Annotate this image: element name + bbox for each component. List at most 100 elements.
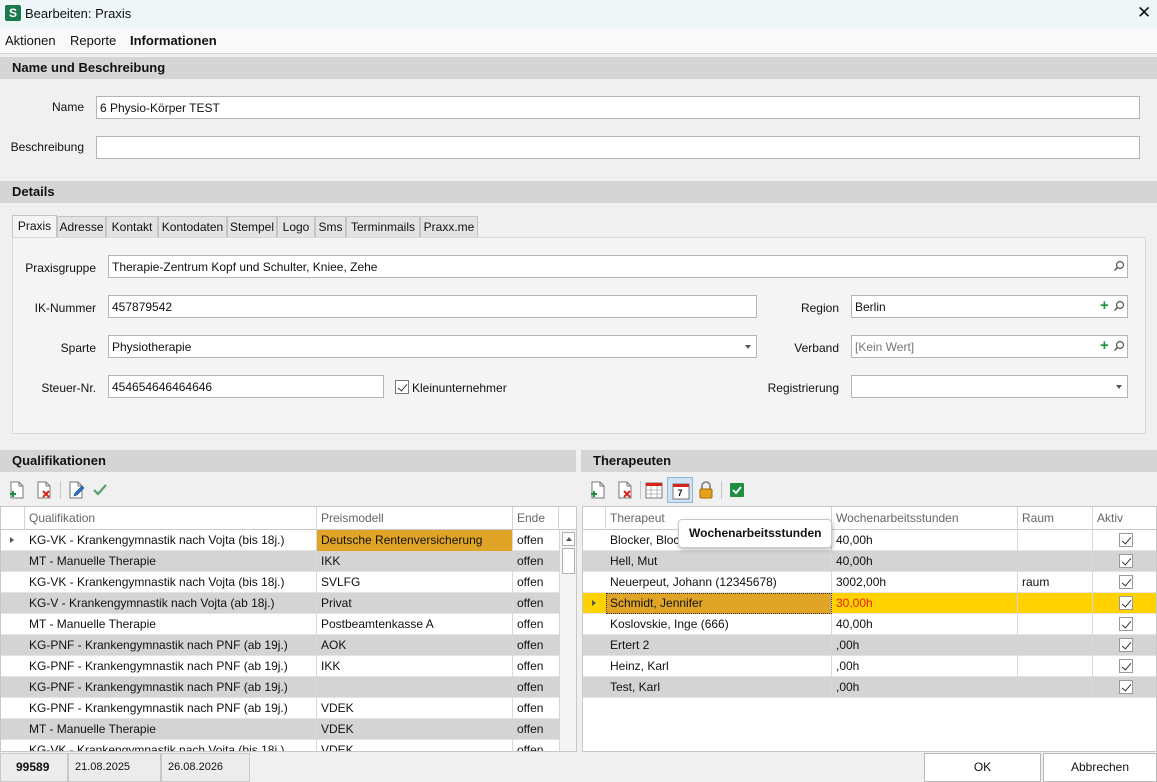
steuer-field[interactable]: 454654646464646 xyxy=(108,375,384,398)
table-row[interactable]: KG-VK - Krankengymnastik nach Vojta (bis… xyxy=(1,572,559,593)
calendar-grid-icon[interactable] xyxy=(643,479,665,501)
table-row[interactable]: KG-PNF - Krankengymnastik nach PNF (ab 1… xyxy=(1,656,559,677)
raum-cell[interactable] xyxy=(1018,530,1093,551)
chevron-down-icon[interactable] xyxy=(1116,385,1122,389)
ende-cell[interactable]: offen xyxy=(513,572,559,593)
preismodell-cell[interactable]: IKK xyxy=(317,656,513,677)
qualifikation-cell[interactable]: KG-PNF - Krankengymnastik nach PNF (ab 1… xyxy=(25,677,317,698)
add-icon[interactable]: + xyxy=(1100,337,1109,355)
ende-cell[interactable]: offen xyxy=(513,677,559,698)
aktiv-checkbox[interactable] xyxy=(1119,638,1133,652)
menu-aktionen[interactable]: Aktionen xyxy=(5,33,56,48)
table-row[interactable]: Schmidt, Jennifer 30,00h xyxy=(583,593,1156,614)
ende-cell[interactable]: offen xyxy=(513,530,559,551)
table-row[interactable]: MT - Manuelle Therapie Postbeamtenkasse A… xyxy=(1,614,559,635)
aktiv-cell[interactable] xyxy=(1093,593,1156,614)
therapeut-cell[interactable]: Hell, Mut xyxy=(606,551,832,572)
tab-praxx-me[interactable]: Praxx.me xyxy=(420,216,478,238)
description-field[interactable] xyxy=(96,136,1140,159)
preismodell-cell[interactable]: Deutsche Rentenversicherung xyxy=(317,530,513,551)
ik-field[interactable]: 457879542 xyxy=(108,295,757,318)
aktiv-checkbox[interactable] xyxy=(1119,533,1133,547)
qualifikation-cell[interactable]: KG-V - Krankengymnastik nach Vojta (ab 1… xyxy=(25,593,317,614)
add-icon[interactable]: + xyxy=(1100,297,1109,315)
table-row[interactable]: KG-PNF - Krankengymnastik nach PNF (ab 1… xyxy=(1,698,559,719)
raum-cell[interactable]: raum xyxy=(1018,572,1093,593)
confirm-check-icon[interactable] xyxy=(89,479,111,501)
add-icon[interactable] xyxy=(6,479,28,501)
qualifikation-cell[interactable]: KG-VK - Krankengymnastik nach Vojta (bis… xyxy=(25,572,317,593)
tab-terminmails[interactable]: Terminmails xyxy=(346,216,420,238)
wochenarbeitsstunden-cell[interactable]: ,00h xyxy=(832,677,1018,698)
wochenarbeitsstunden-cell[interactable]: 30,00h xyxy=(832,593,1018,614)
aktiv-checkbox[interactable] xyxy=(1119,659,1133,673)
table-row[interactable]: Ertert 2,00h xyxy=(583,635,1156,656)
preismodell-cell[interactable]: Privat xyxy=(317,593,513,614)
sparte-dropdown[interactable]: Physiotherapie xyxy=(108,335,757,358)
qualifikation-cell[interactable]: MT - Manuelle Therapie xyxy=(25,719,317,740)
scrollbar[interactable] xyxy=(559,530,576,751)
column-ende[interactable]: Ende xyxy=(513,507,559,530)
tab-kontakt[interactable]: Kontakt xyxy=(106,216,158,238)
kleinunternehmer-checkbox[interactable] xyxy=(395,380,409,394)
close-icon[interactable]: ✕ xyxy=(1137,3,1151,23)
table-row[interactable]: KG-VK - Krankengymnastik nach Vojta (bis… xyxy=(1,740,559,751)
preismodell-cell[interactable]: AOK xyxy=(317,635,513,656)
preismodell-cell[interactable]: VDEK xyxy=(317,740,513,751)
tab-stempel[interactable]: Stempel xyxy=(227,216,277,238)
table-row[interactable]: KG-V - Krankengymnastik nach Vojta (ab 1… xyxy=(1,593,559,614)
qualifikation-cell[interactable]: KG-PNF - Krankengymnastik nach PNF (ab 1… xyxy=(25,698,317,719)
add-icon[interactable] xyxy=(587,479,609,501)
table-row[interactable]: KG-PNF - Krankengymnastik nach PNF (ab 1… xyxy=(1,677,559,698)
table-row[interactable]: MT - Manuelle Therapie VDEK offen xyxy=(1,719,559,740)
ok-button[interactable]: OK xyxy=(924,753,1041,782)
praxisgruppe-field[interactable]: Therapie-Zentrum Kopf und Schulter, Knie… xyxy=(108,255,1128,278)
aktiv-checkbox[interactable] xyxy=(1119,554,1133,568)
table-row[interactable]: Heinz, Karl ,00h xyxy=(583,656,1156,677)
scroll-up-button[interactable] xyxy=(562,532,575,546)
search-icon[interactable] xyxy=(1113,260,1125,272)
wochenarbeitsstunden-cell[interactable]: 40,00h xyxy=(832,614,1018,635)
wochenarbeitsstunden-cell[interactable]: 3002,00h xyxy=(832,572,1018,593)
table-row[interactable]: Neuerpeut, Johann (12345678) 3002,00h raum xyxy=(583,572,1156,593)
tab-sms[interactable]: Sms xyxy=(315,216,346,238)
wochenarbeitsstunden-cell[interactable]: 40,00h xyxy=(832,551,1018,572)
aktiv-cell[interactable] xyxy=(1093,656,1156,677)
tab-adresse[interactable]: Adresse xyxy=(57,216,106,238)
ende-cell[interactable]: offen xyxy=(513,635,559,656)
ende-cell[interactable]: offen xyxy=(513,593,559,614)
lock-icon[interactable] xyxy=(695,479,717,501)
delete-icon[interactable] xyxy=(614,479,636,501)
cancel-button[interactable]: Abbrechen xyxy=(1043,753,1157,782)
column-preismodell[interactable]: Preismodell xyxy=(317,507,513,530)
qualifikation-cell[interactable]: KG-PNF - Krankengymnastik nach PNF (ab 1… xyxy=(25,635,317,656)
ende-cell[interactable]: offen xyxy=(513,656,559,677)
calendar-7-button[interactable]: 7 xyxy=(667,477,693,503)
ende-cell[interactable]: offen xyxy=(513,614,559,635)
table-row[interactable]: MT - Manuelle Therapie IKK offen xyxy=(1,551,559,572)
aktiv-cell[interactable] xyxy=(1093,635,1156,656)
ende-cell[interactable]: offen xyxy=(513,698,559,719)
qualifikation-cell[interactable]: MT - Manuelle Therapie xyxy=(25,614,317,635)
wochenarbeitsstunden-cell[interactable]: ,00h xyxy=(832,656,1018,677)
preismodell-cell[interactable]: VDEK xyxy=(317,719,513,740)
wochenarbeitsstunden-cell[interactable]: 40,00h xyxy=(832,530,1018,551)
preismodell-cell[interactable]: IKK xyxy=(317,551,513,572)
table-row[interactable]: KG-VK - Krankengymnastik nach Vojta (bis… xyxy=(1,530,559,551)
scroll-thumb[interactable] xyxy=(562,548,575,574)
name-field[interactable]: 6 Physio-Körper TEST xyxy=(96,96,1140,119)
table-row[interactable]: Koslovskie, Inge (666) 40,00h xyxy=(583,614,1156,635)
aktiv-checkbox[interactable] xyxy=(1119,596,1133,610)
delete-icon[interactable] xyxy=(33,479,55,501)
therapeut-cell[interactable]: Heinz, Karl xyxy=(606,656,832,677)
wochenarbeitsstunden-cell[interactable]: ,00h xyxy=(832,635,1018,656)
column-aktiv[interactable]: Aktiv xyxy=(1093,507,1156,530)
therapeut-cell[interactable]: Test, Karl xyxy=(606,677,832,698)
green-check-icon[interactable] xyxy=(726,479,748,501)
search-icon[interactable] xyxy=(1113,300,1125,312)
tab-logo[interactable]: Logo xyxy=(277,216,315,238)
raum-cell[interactable] xyxy=(1018,656,1093,677)
registrierung-dropdown[interactable] xyxy=(851,375,1128,398)
raum-cell[interactable] xyxy=(1018,677,1093,698)
aktiv-cell[interactable] xyxy=(1093,614,1156,635)
